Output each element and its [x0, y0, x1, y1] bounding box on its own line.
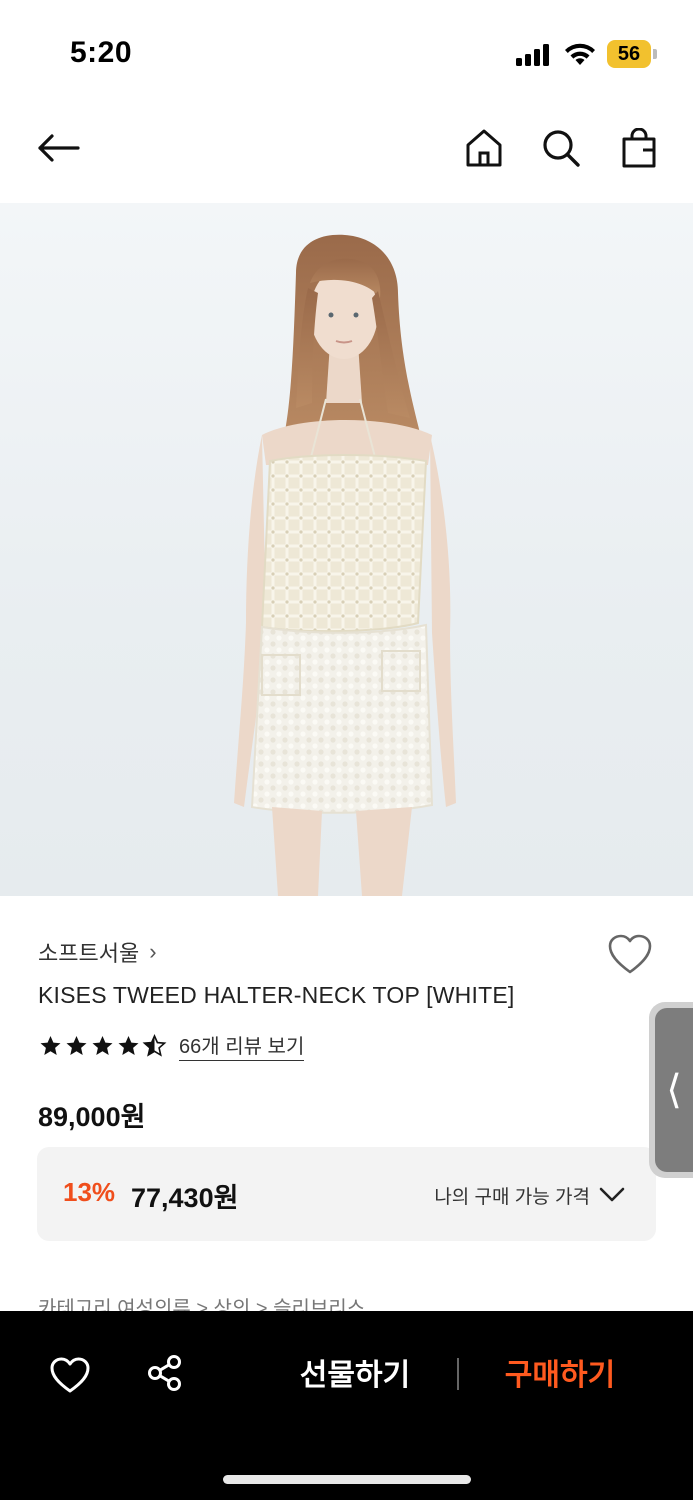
side-drawer-tab[interactable]: ⟨	[649, 1002, 693, 1178]
divider	[457, 1358, 459, 1390]
chevron-right-icon: ›	[149, 939, 157, 964]
review-link[interactable]: 66개 리뷰 보기	[179, 1030, 305, 1061]
battery-level: 56	[607, 40, 651, 68]
star-full-icon	[118, 1035, 139, 1055]
brand-name: 소프트서울	[38, 941, 140, 966]
star-full-icon	[66, 1035, 87, 1055]
chevron-left-icon: ⟨	[655, 1008, 693, 1172]
wifi-icon	[565, 43, 595, 65]
wishlist-heart-icon[interactable]	[606, 932, 654, 976]
chevron-down-icon	[599, 1187, 625, 1202]
app-header	[0, 100, 693, 202]
home-indicator[interactable]	[223, 1475, 471, 1484]
discount-rate: 13%	[63, 1177, 116, 1207]
search-icon[interactable]	[537, 124, 585, 172]
product-photo	[234, 234, 456, 896]
sale-price: 77,430원	[131, 1183, 239, 1213]
my-price-dropdown[interactable]: 13% 77,430원 나의 구매 가능 가격	[37, 1147, 656, 1241]
my-price-label: 나의 구매 가능 가격	[434, 1187, 590, 1208]
star-full-icon	[40, 1035, 61, 1055]
status-bar: 5:20 56	[0, 0, 693, 100]
rating-row: 66개 리뷰 보기	[38, 1030, 305, 1061]
gift-button[interactable]: 선물하기	[270, 1351, 440, 1401]
status-time: 5:20	[70, 36, 133, 69]
home-icon[interactable]	[460, 124, 508, 172]
star-full-icon	[92, 1035, 113, 1055]
back-arrow-icon[interactable]	[34, 124, 82, 172]
battery-icon: 56	[607, 40, 657, 68]
product-image[interactable]	[0, 203, 693, 896]
original-price: 89,000원	[38, 1102, 146, 1132]
product-name: KISES TWEED HALTER-NECK TOP [WHITE]	[38, 982, 515, 1008]
product-info: 소프트서울 › KISES TWEED HALTER-NECK TOP [WHI…	[0, 896, 693, 1320]
brand-link[interactable]: 소프트서울 ›	[38, 936, 157, 968]
share-icon[interactable]	[145, 1353, 185, 1393]
bottom-action-bar: 선물하기 구매하기	[0, 1311, 693, 1500]
star-rating	[38, 1033, 167, 1058]
star-half-icon	[142, 1033, 167, 1057]
shopping-bag-icon[interactable]	[615, 124, 663, 172]
cellular-signal-icon	[516, 44, 550, 66]
buy-button[interactable]: 구매하기	[480, 1351, 640, 1401]
heart-icon[interactable]	[48, 1355, 92, 1395]
